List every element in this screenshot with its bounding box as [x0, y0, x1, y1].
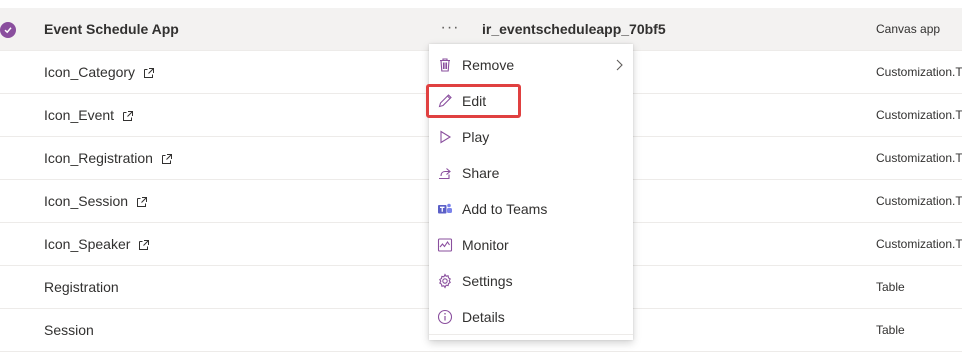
menu-item-label: Details: [462, 309, 505, 325]
row-name[interactable]: Event Schedule App: [44, 8, 179, 51]
row-name[interactable]: Session: [44, 309, 94, 352]
edit-highlight-box: [426, 84, 521, 118]
menu-item-play[interactable]: Play: [429, 119, 633, 155]
open-external-icon[interactable]: [122, 110, 134, 122]
chevron-right-icon: [616, 59, 623, 71]
menu-item-settings[interactable]: Settings: [429, 263, 633, 299]
menu-item-monitor[interactable]: Monitor: [429, 227, 633, 263]
info-icon: [437, 309, 453, 325]
menu-item-label: Play: [462, 129, 490, 145]
row-type: Customization.Ty: [876, 151, 962, 165]
menu-item-share[interactable]: Share: [429, 155, 633, 191]
row-name-text[interactable]: Icon_Speaker: [44, 223, 130, 266]
row-selected-check-icon[interactable]: [0, 22, 16, 38]
trash-icon: [440, 58, 450, 72]
open-external-icon[interactable]: [136, 196, 148, 208]
row-type: Canvas app: [876, 22, 941, 36]
row-name[interactable]: Icon_Event: [44, 94, 134, 137]
row-type: Table: [876, 280, 905, 294]
row-type: Table: [876, 323, 905, 337]
share-icon: [439, 168, 451, 180]
menu-item-label: Monitor: [462, 237, 509, 253]
row-name-text[interactable]: Event Schedule App: [44, 8, 179, 51]
menu-divider: [429, 334, 633, 335]
row-type: Customization.Ty: [876, 237, 962, 251]
monitor-icon: [437, 238, 453, 252]
row-name-text[interactable]: Icon_Registration: [44, 137, 153, 180]
table-top-edge: [0, 0, 962, 8]
menu-item-label: Settings: [462, 273, 513, 289]
row-name-text[interactable]: Session: [44, 309, 94, 352]
play-icon: [440, 130, 452, 144]
menu-item-details[interactable]: Details: [429, 299, 633, 335]
row-name[interactable]: Icon_Session: [44, 180, 148, 223]
gear-icon: [439, 273, 451, 289]
menu-item-label: Add to Teams: [462, 201, 548, 217]
row-name-text[interactable]: Icon_Event: [44, 94, 114, 137]
open-external-icon[interactable]: [138, 239, 150, 251]
row-name[interactable]: Registration: [44, 266, 119, 309]
menu-item-label: Remove: [462, 57, 515, 73]
row-name-text[interactable]: Icon_Session: [44, 180, 128, 223]
menu-item-add-to-teams[interactable]: Add to Teams: [429, 191, 633, 227]
row-type: Customization.Ty: [876, 194, 962, 208]
menu-item-label: Share: [462, 165, 500, 181]
row-type: Customization.Ty: [876, 108, 962, 122]
row-name[interactable]: Icon_Registration: [44, 137, 173, 180]
teams-icon: [438, 203, 452, 214]
row-name[interactable]: Icon_Category: [44, 51, 155, 94]
row-type: Customization.Ty: [876, 65, 962, 79]
row-name[interactable]: Icon_Speaker: [44, 223, 150, 266]
open-external-icon[interactable]: [161, 153, 173, 165]
row-name-text[interactable]: Icon_Category: [44, 51, 135, 94]
menu-item-remove[interactable]: Remove: [429, 47, 633, 83]
open-external-icon[interactable]: [143, 67, 155, 79]
row-name-text[interactable]: Registration: [44, 266, 119, 309]
